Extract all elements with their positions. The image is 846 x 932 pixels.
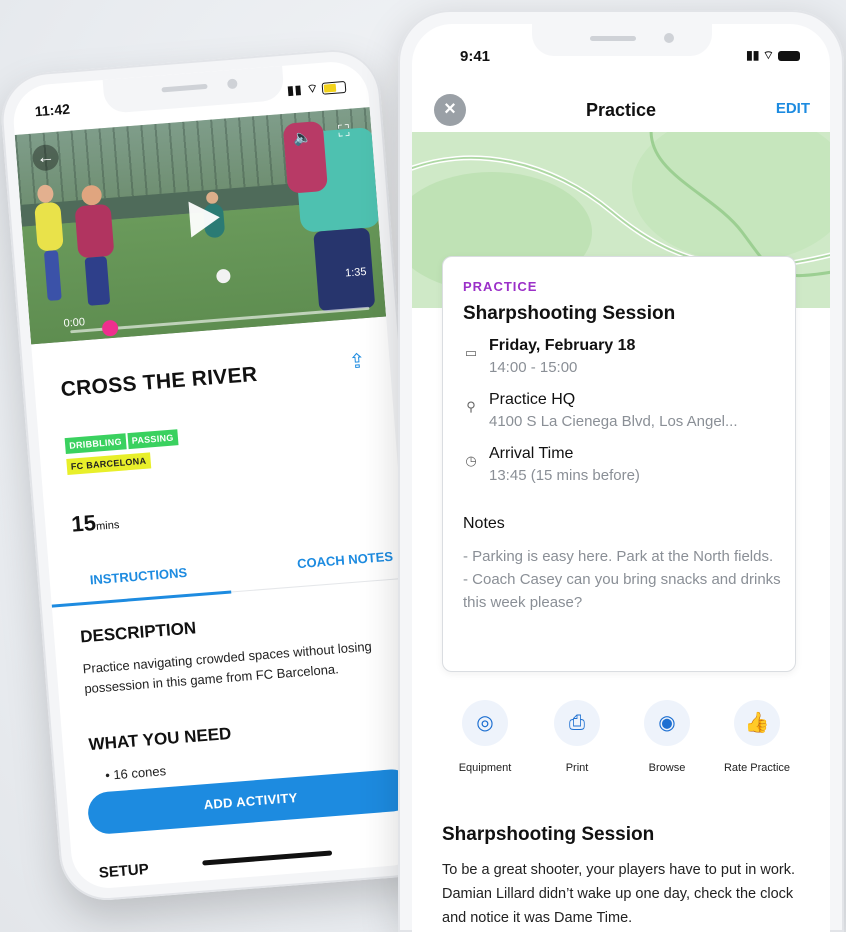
section-text: To be a great shooter, your players have… (442, 862, 796, 926)
video-duration: 1:35 (344, 265, 367, 280)
action-row: ◎ Equipment ⎙ Print ◉ Browse 👍 Rate Prac… (412, 700, 830, 790)
rate-practice-button[interactable]: 👍 Rate Practice (712, 700, 802, 774)
tab-bar: INSTRUCTIONS COACH NOTES (48, 537, 407, 608)
notes-text: - Parking is easy here. Park at the Nort… (463, 545, 793, 614)
battery-icon (321, 80, 347, 95)
share-icon[interactable]: ⇪ (348, 348, 367, 374)
location-main: Practice HQ (489, 391, 576, 408)
action-label: Equipment (458, 762, 512, 774)
eye-icon: ◉ (644, 700, 690, 746)
page-title: Practice (585, 100, 657, 120)
location-sub: 4100 S La Cienega Blvd, Los Angel... (489, 413, 738, 430)
card-title: Sharpshooting Session (463, 303, 676, 324)
nav-bar: × Practice EDIT (412, 86, 830, 130)
status-time: 11:42 (34, 100, 71, 120)
arrival-main: Arrival Time (489, 445, 574, 462)
description-heading: DESCRIPTION (79, 618, 197, 647)
left-phone: 11:42 ▮▮ ⌔ ← 🔈 ⛶ 1:35 0:00 CROSS THE RIV… (0, 46, 442, 904)
right-screen: 9:41 ▮▮ ⌔ × Practice EDIT PRACTICE Sharp… (412, 24, 830, 932)
tag-list: DRIBBLING PASSING FC BARCELONA (64, 420, 267, 478)
home-indicator[interactable] (202, 850, 333, 866)
duration-value: 15 (70, 509, 97, 537)
action-label: Browse (648, 762, 686, 774)
practice-card: PRACTICE Sharpshooting Session ▭ Friday,… (442, 256, 796, 672)
thumbs-up-icon: 👍 (734, 700, 780, 746)
action-label: Print (565, 762, 589, 774)
note-line: - Parking is easy here. Park at the Nort… (463, 548, 774, 565)
map-pin-icon: ⚲ (466, 399, 476, 414)
tab-coach-notes[interactable]: COACH NOTES (297, 549, 394, 571)
tag-fc-barcelona: FC BARCELONA (66, 452, 151, 475)
action-label: Rate Practice (723, 762, 791, 774)
tag-passing: PASSING (127, 429, 179, 450)
edit-button[interactable]: EDIT (776, 100, 810, 117)
left-screen: 11:42 ▮▮ ⌔ ← 🔈 ⛶ 1:35 0:00 CROSS THE RIV… (10, 59, 430, 891)
play-icon[interactable] (188, 199, 222, 238)
note-line: - Coach Casey can you bring snacks and d… (463, 571, 781, 611)
activity-title: CROSS THE RIVER (59, 362, 259, 402)
equipment-button[interactable]: ◎ Equipment (440, 700, 530, 774)
status-icons: ▮▮ ⌔ (287, 79, 347, 99)
status-icons: ▮▮ ⌔ (746, 48, 800, 63)
clock-icon: ◷ (465, 453, 477, 468)
calendar-icon: ▭ (464, 345, 478, 360)
video-player[interactable]: ← 🔈 ⛶ 1:35 0:00 (14, 107, 387, 345)
fullscreen-icon[interactable]: ⛶ (338, 123, 351, 142)
duration-unit: mins (95, 519, 120, 533)
section-heading: Sharpshooting Session (442, 824, 655, 845)
what-you-need-heading: WHAT YOU NEED (88, 723, 232, 755)
notes-label: Notes (463, 515, 505, 532)
list-item: • 16 cones (104, 763, 167, 783)
battery-icon (778, 50, 800, 61)
date-sub: 14:00 - 15:00 (489, 359, 578, 376)
printer-icon: ⎙ (554, 700, 600, 746)
arrival-sub: 13:45 (15 mins before) (489, 467, 640, 484)
description-text: Practice navigating crowded spaces witho… (82, 638, 373, 697)
setup-heading: SETUP (98, 860, 150, 882)
activity-body: CROSS THE RIVER ⇪ DRIBBLING PASSING FC BA… (31, 316, 429, 890)
print-button[interactable]: ⎙ Print (532, 700, 622, 774)
duration: 15mins (70, 508, 120, 538)
video-elapsed: 0:00 (63, 316, 86, 330)
tag-dribbling: DRIBBLING (64, 433, 127, 455)
date-main: Friday, February 18 (489, 337, 636, 354)
right-phone: 9:41 ▮▮ ⌔ × Practice EDIT PRACTICE Sharp… (398, 10, 844, 932)
status-time: 9:41 (460, 48, 491, 65)
tab-instructions[interactable]: INSTRUCTIONS (89, 565, 187, 588)
signal-wifi-icon: ▮▮ ⌔ (286, 81, 320, 98)
card-kicker: PRACTICE (463, 279, 538, 294)
volume-icon[interactable]: 🔈 (292, 128, 312, 147)
browse-button[interactable]: ◉ Browse (622, 700, 712, 774)
active-tab-indicator (51, 590, 232, 608)
signal-wifi-icon: ▮▮ ⌔ (746, 48, 774, 62)
cones-icon: ◎ (462, 700, 508, 746)
status-bar: 9:41 ▮▮ ⌔ (460, 48, 800, 66)
